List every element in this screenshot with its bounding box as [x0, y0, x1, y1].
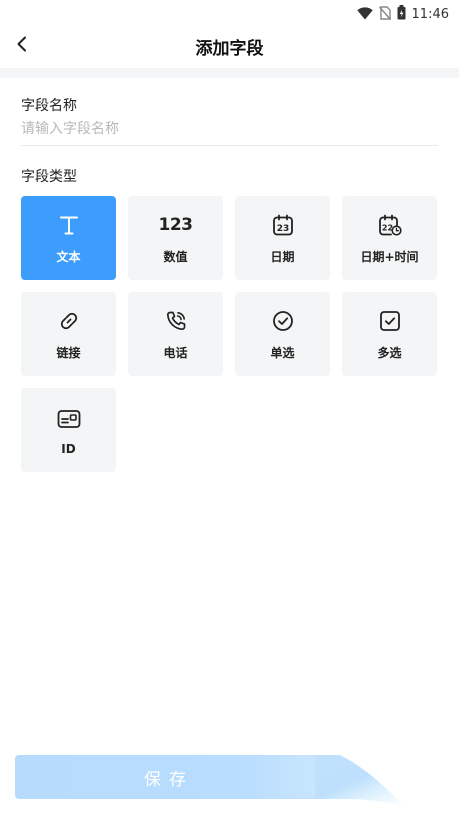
type-card-single-select[interactable]: 单选 [235, 292, 330, 376]
checkbox-icon [379, 307, 401, 335]
type-card-text[interactable]: 文本 [21, 196, 116, 280]
type-label: 文本 [56, 250, 81, 264]
battery-icon [397, 5, 406, 24]
number-icon: 123 [158, 215, 194, 235]
wifi-icon [356, 5, 373, 24]
status-time: 11:46 [411, 7, 449, 22]
field-type-label: 字段类型 [21, 169, 77, 185]
svg-text:23: 23 [276, 224, 289, 234]
id-card-icon [57, 405, 81, 433]
type-label: 数值 [163, 250, 188, 264]
type-card-number[interactable]: 123 数值 [128, 196, 223, 280]
type-label: 多选 [377, 346, 402, 360]
type-label: 日期+时间 [360, 250, 419, 264]
type-card-multi-select[interactable]: 多选 [342, 292, 437, 376]
type-label: ID [61, 441, 76, 456]
link-icon [58, 307, 80, 335]
chevron-left-icon [16, 36, 28, 56]
type-card-date[interactable]: 23 日期 [235, 196, 330, 280]
calendar-clock-icon: 22 [378, 211, 402, 239]
back-button[interactable] [6, 30, 38, 62]
text-icon [58, 211, 80, 239]
svg-text:22: 22 [381, 224, 392, 233]
type-card-phone[interactable]: 电话 [128, 292, 223, 376]
type-label: 单选 [270, 346, 295, 360]
field-name-input[interactable] [21, 115, 438, 146]
nav-bar: 添加字段 [0, 26, 459, 66]
field-name-label: 字段名称 [21, 98, 77, 114]
status-icons: 11:46 [356, 5, 449, 24]
type-card-link[interactable]: 链接 [21, 292, 116, 376]
phone-icon [165, 307, 187, 335]
radio-check-icon [272, 307, 294, 335]
type-card-id[interactable]: ID [21, 388, 116, 472]
type-card-datetime[interactable]: 22 日期+时间 [342, 196, 437, 280]
divider-band [0, 68, 459, 78]
field-type-grid: 文本 123 数值 23 日期 22 日期+时间 链接 电话 单选 多选 ID [21, 196, 438, 472]
type-label: 电话 [163, 346, 188, 360]
no-sim-icon [378, 5, 391, 24]
status-bar: 11:46 [0, 0, 459, 26]
type-label: 日期 [270, 250, 295, 264]
save-button-label: 保存 [144, 769, 194, 790]
page-title: 添加字段 [195, 38, 264, 59]
save-button[interactable]: 保存 [15, 755, 315, 799]
save-area: 保存 [15, 755, 405, 807]
form-section: 字段名称 字段类型 文本 123 数值 23 日期 22 日期+时间 [0, 95, 459, 472]
calendar-icon: 23 [272, 211, 294, 239]
type-label: 链接 [56, 346, 81, 360]
